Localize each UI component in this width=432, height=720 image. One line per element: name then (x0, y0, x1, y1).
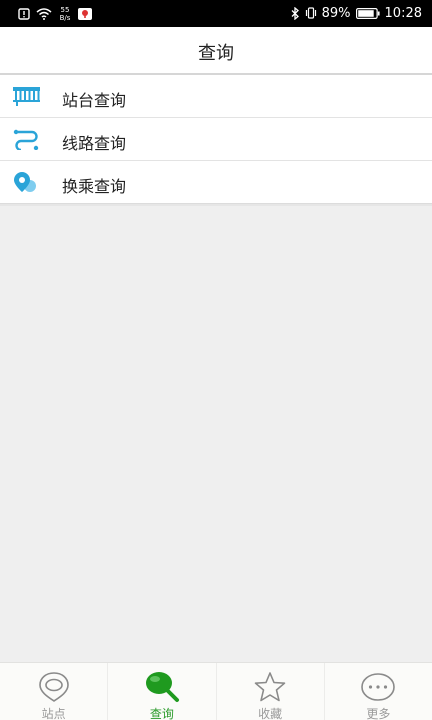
menu-item-station-query[interactable]: 站台查询 (0, 75, 432, 118)
tab-label: 站点 (41, 707, 66, 720)
clock: 10:28 (384, 5, 422, 21)
menu-item-transfer-query[interactable]: 换乘查询 (0, 161, 432, 204)
wifi-icon (36, 8, 52, 20)
network-speed: 55 B/s (58, 6, 72, 22)
star-icon (252, 671, 288, 703)
list-divider (0, 204, 432, 206)
status-bar: 55 B/s 89% 10:28 (0, 0, 432, 27)
station-board-icon (12, 85, 42, 107)
menu-item-route-query[interactable]: 线路查询 (0, 118, 432, 161)
status-left: 55 B/s (18, 6, 92, 22)
route-icon (12, 128, 42, 152)
tab-label: 查询 (149, 707, 174, 720)
bluetooth-icon (291, 6, 300, 20)
vibrate-icon (305, 7, 317, 19)
tab-query[interactable]: 查询 (108, 663, 217, 720)
menu-item-label: 换乘查询 (62, 177, 127, 196)
search-icon (144, 671, 180, 703)
network-speed-value: 55 (60, 6, 70, 14)
menu-item-label: 站台查询 (62, 91, 127, 110)
notification-alert-icon (18, 8, 30, 20)
tab-favorites[interactable]: 收藏 (217, 663, 325, 720)
tab-stations[interactable]: 站点 (0, 663, 109, 720)
bottom-tab-bar: 站点 查询 收藏 更多 (0, 662, 432, 720)
transfer-pin-icon (12, 171, 42, 193)
page-title: 查询 (198, 43, 234, 64)
battery-icon (355, 7, 380, 19)
battery-percent: 89% (321, 5, 351, 21)
more-dots-icon (360, 671, 396, 703)
query-menu-list: 站台查询 线路查询 换乘查询 (0, 75, 432, 204)
title-bar: 查询 (0, 27, 432, 75)
tab-more[interactable]: 更多 (325, 663, 432, 720)
status-right: 89% 10:28 (291, 5, 422, 21)
tab-label: 更多 (366, 707, 391, 720)
network-speed-unit: B/s (59, 14, 71, 22)
tab-label: 收藏 (258, 707, 283, 720)
location-pin-icon (36, 671, 72, 703)
menu-item-label: 线路查询 (62, 134, 127, 153)
app-notification-icon (78, 8, 92, 20)
